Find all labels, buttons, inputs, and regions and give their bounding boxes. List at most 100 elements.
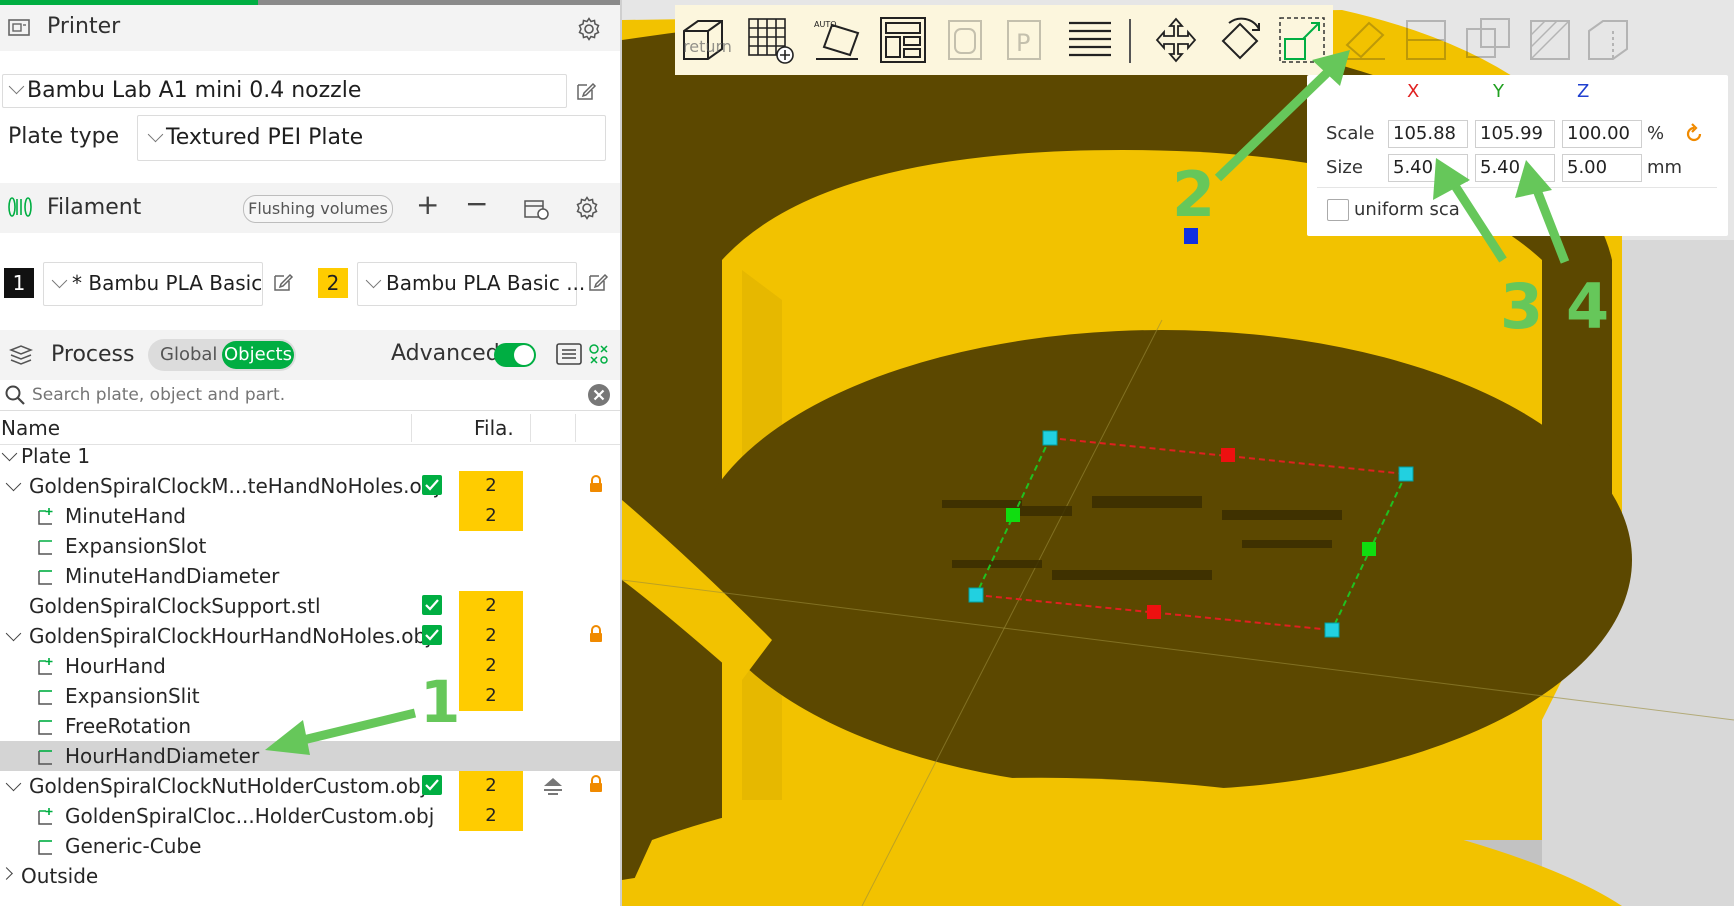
annotation-label-4: 4 [1566,270,1610,343]
part-name: Generic-Cube [65,834,202,858]
plate-type-value: Textured PEI Plate [166,125,364,150]
chevron-down-icon [8,78,25,95]
size-unit: mm [1647,157,1683,178]
part-name: MinuteHand [65,504,186,528]
plate-label: Plate 1 [21,444,91,468]
support-paint-icon[interactable] [542,776,564,796]
edit-filament-1-icon[interactable] [272,271,294,293]
search-input[interactable] [30,382,574,408]
process-title: Process [51,342,135,367]
object-visible-checkbox[interactable] [422,595,442,615]
lock-icon[interactable] [588,625,604,643]
split-parts-icon[interactable]: P [1002,15,1052,65]
filament-slot-2-dropdown[interactable]: Bambu PLA Basic ... [357,262,585,306]
global-objects-toggle[interactable]: Global Objects [148,339,296,371]
part-name: GoldenSpiralCloc...HolderCustom.obj [65,804,435,828]
tree-object-row[interactable]: GoldenSpiralClockM...teHandNoHoles.obj 2… [0,471,620,531]
tree-object-row[interactable]: GoldenSpiralClockNutHolderCustom.obj 22 [0,771,620,831]
object-visible-checkbox[interactable] [422,475,442,495]
auto-orient-icon[interactable]: AUTO [812,15,862,65]
tree-part-row[interactable]: HourHand [0,651,620,681]
edit-filament-2-icon[interactable] [587,271,609,293]
remove-filament-icon[interactable]: − [465,187,488,220]
part-add-icon [38,658,53,675]
toggle-global[interactable]: Global [160,344,217,365]
object-visible-checkbox[interactable] [422,775,442,795]
process-section-header: Process Global Objects Advanced [0,330,620,380]
part-subtract-icon [38,540,52,555]
printer-settings-gear-icon[interactable] [577,17,601,41]
scale-unit: % [1647,123,1665,144]
printer-preset-value: Bambu Lab A1 mini 0.4 nozzle [27,78,362,103]
part-name: HourHandDiameter [65,744,260,768]
part-subtract-icon [38,750,52,765]
filament-slot-1-badge[interactable]: 1 [4,268,34,298]
tree-part-row[interactable]: GoldenSpiralCloc...HolderCustom.obj [0,801,620,831]
filament-slot-1-name: * Bambu PLA Basic [72,271,263,295]
object-name: GoldenSpiralClockM...teHandNoHoles.obj [29,474,441,498]
part-name: MinuteHandDiameter [65,564,280,588]
filament-slot-2-name: Bambu PLA Basic ... [386,271,586,295]
tree-part-row[interactable]: MinuteHand [0,501,620,531]
chevron-down-icon [365,272,382,289]
part-name: ExpansionSlot [65,534,207,558]
tree-object-row[interactable]: GoldenSpiralClockSupport.stl 2 [0,591,620,621]
object-name: GoldenSpiralClockHourHandNoHoles.obj [29,624,432,648]
printer-section-header: Printer [0,5,620,51]
tree-outside-row[interactable]: Outside [0,861,620,891]
part-name: FreeRotation [65,714,192,738]
filament-cell[interactable]: 2 [459,591,523,621]
tree-part-row[interactable]: Generic-Cube [0,831,620,861]
object-name: GoldenSpiralClockSupport.stl [29,594,321,618]
part-subtract-icon [38,690,52,705]
tree-part-row[interactable]: ExpansionSlot [0,531,620,561]
lock-icon[interactable] [588,775,604,793]
part-name: HourHand [65,654,166,678]
return-ghost-label: return [683,37,732,56]
process-list-icon[interactable] [556,342,582,366]
toggle-objects[interactable]: Objects [222,341,294,369]
part-add-icon [38,508,53,525]
part-subtract-icon [38,720,52,735]
plate-type-dropdown[interactable]: Textured PEI Plate [137,115,606,161]
plate-type-label: Plate type [8,124,120,149]
outside-label: Outside [21,864,99,888]
add-filament-icon[interactable]: + [416,188,439,221]
left-sidebar: Printer Bambu Lab A1 mini 0.4 nozzle Pla… [0,0,622,906]
filament-slot-1-dropdown[interactable]: * Bambu PLA Basic [43,262,263,306]
annotation-arrow-1 [265,708,417,755]
part-add-icon [38,808,53,825]
printer-preset-dropdown[interactable]: Bambu Lab A1 mini 0.4 nozzle [2,74,567,108]
split-objects-icon[interactable] [943,15,993,65]
column-name-header[interactable]: Name [1,416,60,440]
svg-text:P: P [1016,29,1030,57]
part-name: ExpansionSlit [65,684,200,708]
printer-icon [8,19,30,36]
seam-paint-icon[interactable] [1583,15,1633,65]
object-name: GoldenSpiralClockNutHolderCustom.obj [29,774,427,798]
advanced-label: Advanced [391,341,500,366]
flushing-volumes-button[interactable]: Flushing volumes [243,195,393,223]
lock-icon[interactable] [588,475,604,493]
filament-slot-2-badge[interactable]: 2 [318,268,348,298]
chevron-down-icon [51,272,68,289]
add-plate-icon[interactable] [745,15,795,65]
arrange-icon[interactable] [878,15,928,65]
search-bar [0,380,620,411]
process-compare-icon[interactable] [587,342,611,366]
filament-title: Filament [47,195,142,220]
tree-part-row[interactable]: MinuteHandDiameter [0,561,620,591]
object-visible-checkbox[interactable] [422,625,442,645]
annotation-label-1: 1 [420,668,461,736]
column-fila-header[interactable]: Fila. [474,416,514,440]
tree-plate-row[interactable]: Plate 1 [0,441,620,471]
filament-section-header: Filament Flushing volumes + − [0,183,620,233]
advanced-toggle[interactable] [494,343,536,367]
clear-search-icon[interactable] [587,383,611,407]
filament-sync-icon[interactable] [523,197,551,221]
tree-object-row[interactable]: GoldenSpiralClockHourHandNoHoles.obj 222 [0,621,620,711]
reset-scale-icon[interactable] [1683,123,1705,145]
annotation-label-3: 3 [1500,270,1544,343]
edit-printer-icon[interactable] [575,80,597,102]
filament-settings-gear-icon[interactable] [575,196,599,220]
